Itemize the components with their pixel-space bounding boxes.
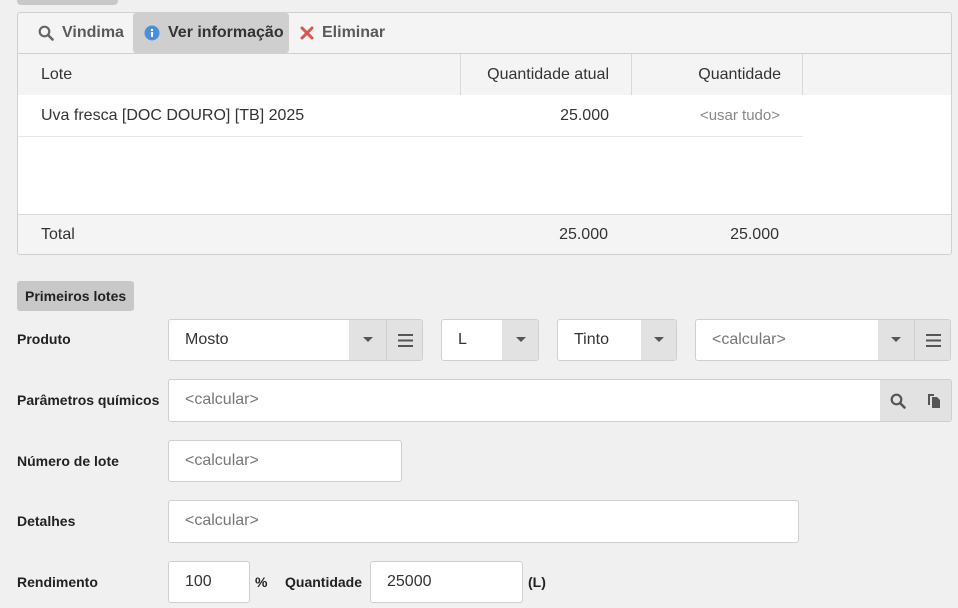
detalhes-placeholder: <calcular> [185, 512, 259, 529]
numero-lote-label: Número de lote [17, 453, 119, 469]
detalhes-label: Detalhes [17, 513, 76, 529]
footer-quantidade: 25.000 [730, 226, 779, 243]
column-divider [631, 54, 632, 95]
menu-icon [398, 333, 413, 347]
eliminar-label: Eliminar [322, 24, 386, 41]
quantidade-input[interactable]: 25000 [370, 561, 523, 603]
parametros-field[interactable]: <calcular> [168, 379, 952, 422]
cell-quantidade-atual: 25.000 [560, 107, 609, 124]
vindima-label: Vindima [62, 24, 124, 41]
numero-lote-placeholder: <calcular> [185, 452, 259, 469]
caret-down-icon [362, 337, 373, 342]
delete-x-icon [300, 26, 314, 40]
rendimento-input[interactable]: 100 [168, 561, 250, 603]
search-icon [38, 25, 54, 41]
rendimento-value: 100 [185, 573, 212, 590]
produto-list-button[interactable] [386, 320, 422, 360]
caret-down-icon [515, 337, 526, 342]
color-dropdown-button[interactable] [641, 320, 676, 360]
search-icon [890, 393, 906, 409]
vindima-button[interactable]: Vindima [38, 13, 148, 53]
copy-icon [928, 393, 940, 408]
table-body: Uva fresca [DOC DOURO] [TB] 2025 25.000 … [18, 95, 951, 215]
rendimento-label: Rendimento [17, 574, 98, 590]
unit-select[interactable]: L [441, 319, 539, 361]
table-footer: Total 25.000 25.000 [18, 215, 951, 254]
menu-icon [926, 333, 941, 347]
footer-quantidade-atual: 25.000 [559, 226, 608, 243]
produto-dropdown-button[interactable] [349, 320, 386, 360]
parametros-search-button[interactable] [880, 380, 916, 421]
eliminar-button[interactable]: Eliminar [300, 13, 400, 53]
header-quantidade-atual[interactable]: Quantidade atual [487, 54, 609, 95]
quantidade-value: 25000 [387, 573, 432, 590]
parametros-copy-button[interactable] [916, 380, 951, 421]
extra-placeholder: <calcular> [712, 331, 786, 348]
header-quantidade[interactable]: Quantidade [698, 54, 781, 95]
color-value: Tinto [574, 331, 609, 348]
cell-lote: Uva fresca [DOC DOURO] [TB] 2025 [41, 107, 305, 124]
produto-select[interactable]: Mosto [168, 319, 423, 361]
rendimento-unit: % [255, 574, 268, 590]
parametros-label: Parâmetros químicos [17, 392, 160, 408]
caret-down-icon [891, 337, 901, 342]
parametros-placeholder: <calcular> [185, 391, 259, 408]
extra-select[interactable]: <calcular> [695, 319, 951, 361]
toolbar: Vindima Ver informação Eliminar [18, 13, 951, 53]
detalhes-field[interactable]: <calcular> [168, 500, 799, 543]
quantidade-label: Quantidade [285, 574, 363, 590]
unit-dropdown-button[interactable] [502, 320, 538, 360]
footer-total-label: Total [41, 226, 75, 243]
ver-informacao-button[interactable]: Ver informação [133, 13, 289, 53]
column-divider [460, 54, 461, 95]
top-tab-stub [17, 0, 118, 5]
column-divider [802, 54, 803, 95]
ver-informacao-label: Ver informação [168, 24, 284, 41]
produto-label: Produto [17, 331, 71, 347]
extra-dropdown-button[interactable] [878, 320, 914, 360]
header-lote[interactable]: Lote [41, 54, 72, 95]
table-header: Lote Quantidade atual Quantidade [18, 53, 951, 96]
caret-down-icon [654, 337, 664, 342]
info-icon [144, 25, 160, 41]
produto-value: Mosto [185, 331, 229, 348]
extra-list-button[interactable] [914, 320, 950, 360]
color-select[interactable]: Tinto [557, 319, 677, 361]
lots-panel: Vindima Ver informação Eliminar Lote Qua… [17, 12, 952, 255]
cell-quantidade[interactable]: <usar tudo> [700, 95, 780, 136]
section-title: Primeiros lotes [17, 281, 135, 311]
quantidade-unit: (L) [528, 574, 546, 590]
table-row[interactable]: Uva fresca [DOC DOURO] [TB] 2025 25.000 … [18, 95, 803, 137]
unit-value: L [458, 331, 467, 348]
numero-lote-field[interactable]: <calcular> [168, 440, 402, 482]
